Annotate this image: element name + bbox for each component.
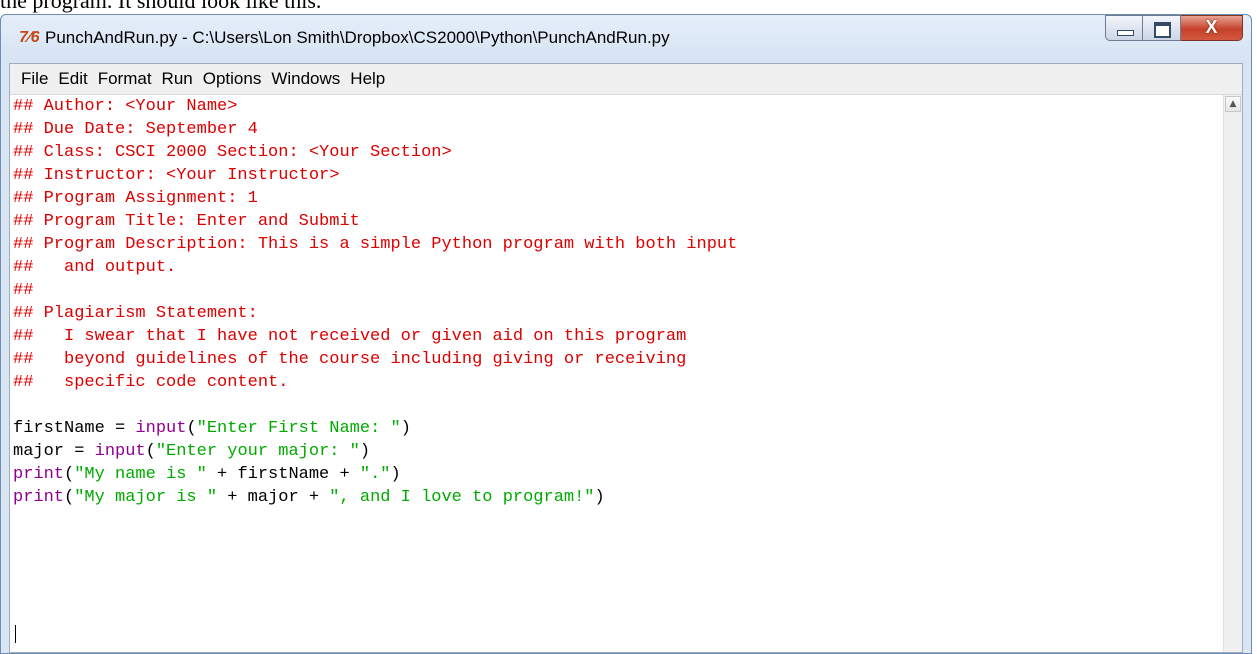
window-client-area: File Edit Format Run Options Windows Hel…: [9, 63, 1243, 653]
code-line: major = input("Enter your major: "): [13, 442, 371, 461]
code-line: ## Author: <Your Name>: [13, 97, 238, 116]
code-line: ## beyond guidelines of the course inclu…: [13, 350, 687, 369]
code-line: ## I swear that I have not received or g…: [13, 327, 687, 346]
code-line: ## Program Description: This is a simple…: [13, 235, 738, 254]
window-controls: X: [1105, 15, 1243, 41]
menu-edit[interactable]: Edit: [53, 69, 92, 89]
code-line: ## Due Date: September 4: [13, 120, 258, 139]
page-caption-text: the program. It should look like this.: [0, 0, 322, 13]
code-line: ## Program Title: Enter and Submit: [13, 212, 360, 231]
scroll-up-arrow-icon[interactable]: ▲: [1225, 96, 1241, 112]
idle-app-icon: 7⁄6: [19, 29, 40, 46]
code-line: print("My major is " + major + ", and I …: [13, 488, 605, 507]
title-bar[interactable]: 7⁄6 PunchAndRun.py - C:\Users\Lon Smith\…: [1, 15, 1251, 63]
code-line: ## Program Assignment: 1: [13, 189, 258, 208]
menu-windows[interactable]: Windows: [266, 69, 345, 89]
menu-options[interactable]: Options: [198, 69, 267, 89]
menu-help[interactable]: Help: [345, 69, 390, 89]
minimize-icon: [1117, 30, 1134, 36]
close-icon: X: [1205, 17, 1218, 37]
maximize-icon: [1154, 22, 1171, 38]
menu-format[interactable]: Format: [93, 69, 157, 89]
code-line: ## Class: CSCI 2000 Section: <Your Secti…: [13, 143, 452, 162]
menu-run[interactable]: Run: [157, 69, 198, 89]
code-line: ## Instructor: <Your Instructor>: [13, 166, 340, 185]
window-title: PunchAndRun.py - C:\Users\Lon Smith\Drop…: [45, 28, 670, 47]
minimize-button[interactable]: [1105, 15, 1143, 41]
code-line: ## specific code content.: [13, 373, 289, 392]
menu-bar: File Edit Format Run Options Windows Hel…: [10, 64, 1242, 95]
close-button[interactable]: X: [1181, 15, 1243, 41]
code-line: ##: [13, 281, 34, 300]
code-editor[interactable]: ## Author: <Your Name> ## Due Date: Sept…: [10, 95, 1224, 652]
idle-editor-window: 7⁄6 PunchAndRun.py - C:\Users\Lon Smith\…: [0, 14, 1252, 654]
vertical-scrollbar[interactable]: ▲: [1223, 95, 1242, 652]
menu-file[interactable]: File: [16, 69, 53, 89]
text-cursor: [15, 625, 16, 643]
code-line: ## and output.: [13, 258, 177, 277]
maximize-button[interactable]: [1143, 15, 1181, 41]
code-line: print("My name is " + firstName + "."): [13, 465, 401, 484]
code-line: firstName = input("Enter First Name: "): [13, 419, 411, 438]
code-line: ## Plagiarism Statement:: [13, 304, 258, 323]
